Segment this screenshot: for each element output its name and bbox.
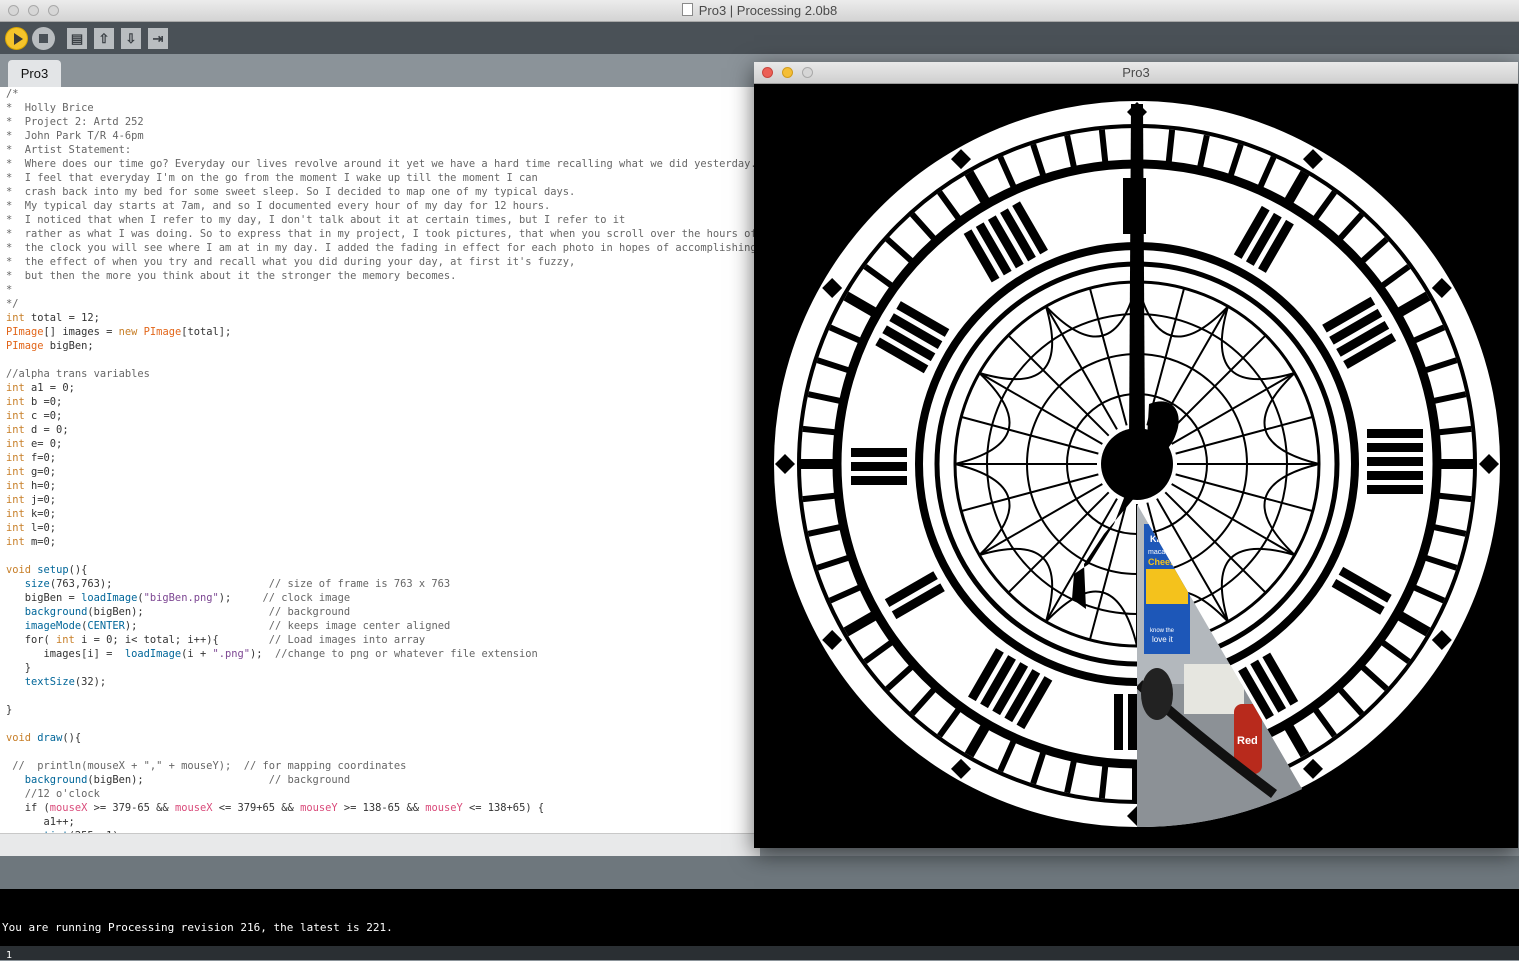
svg-text:love it: love it: [1152, 635, 1174, 644]
code-line[interactable]: if (mouseX >= 379-65 && mouseX <= 379+65…: [6, 801, 760, 815]
minute-marker: [1439, 492, 1472, 503]
code-line[interactable]: PImage[] images = new PImage[total];: [6, 325, 760, 339]
minute-marker: [1165, 129, 1176, 162]
code-line[interactable]: * Where does our time go? Everyday our l…: [6, 157, 760, 171]
svg-text:know the: know the: [1150, 628, 1175, 634]
svg-text:Red: Red: [1237, 735, 1258, 747]
code-line[interactable]: textSize(32);: [6, 675, 760, 689]
code-line[interactable]: void setup(){: [6, 563, 760, 577]
save-button[interactable]: ⇩: [121, 28, 141, 49]
code-line[interactable]: // println(mouseX + "," + mouseY); // fo…: [6, 759, 760, 773]
new-file-icon: ▤: [70, 31, 84, 46]
minute-marker: [802, 425, 835, 436]
code-line[interactable]: int l=0;: [6, 521, 760, 535]
code-line[interactable]: */: [6, 297, 760, 311]
toolbar: ▤ ⇧ ⇩ ⇥: [0, 22, 1519, 54]
stop-button[interactable]: [32, 27, 55, 50]
code-line[interactable]: background(bigBen); // background: [6, 605, 760, 619]
code-line[interactable]: int j=0;: [6, 493, 760, 507]
window-titlebar: Pro3 | Processing 2.0b8: [0, 0, 1519, 22]
code-line[interactable]: * but then the more you think about it t…: [6, 269, 760, 283]
code-line[interactable]: }: [6, 703, 760, 717]
code-line[interactable]: *: [6, 283, 760, 297]
code-line[interactable]: * My typical day starts at 7am, and so I…: [6, 199, 760, 213]
code-line[interactable]: [6, 717, 760, 731]
code-line[interactable]: [6, 353, 760, 367]
message-bar: [0, 856, 1519, 889]
code-line[interactable]: * Artist Statement:: [6, 143, 760, 157]
code-line[interactable]: int k=0;: [6, 507, 760, 521]
roman-numeral: [851, 448, 907, 485]
code-line[interactable]: * the effect of when you try and recall …: [6, 255, 760, 269]
open-arrow-up-icon: ⇧: [98, 31, 110, 46]
tab-pro3[interactable]: Pro3: [8, 60, 61, 87]
code-line[interactable]: a1++;: [6, 815, 760, 829]
console-message: You are running Processing revision 216,…: [2, 921, 393, 934]
code-line[interactable]: int d = 0;: [6, 423, 760, 437]
code-line[interactable]: int m=0;: [6, 535, 760, 549]
minute-marker: [1098, 129, 1109, 162]
code-line[interactable]: int e= 0;: [6, 437, 760, 451]
code-line[interactable]: * rather as what I was doing. So to expr…: [6, 227, 760, 241]
code-line[interactable]: int a1 = 0;: [6, 381, 760, 395]
sketch-titlebar: Pro3: [754, 62, 1518, 84]
code-line[interactable]: * I feel that everyday I'm on the go fro…: [6, 171, 760, 185]
code-line[interactable]: bigBen = loadImage("bigBen.png"); // clo…: [6, 591, 760, 605]
minute-marker: [1098, 766, 1109, 799]
code-line[interactable]: * crash back into my bed for some sweet …: [6, 185, 760, 199]
open-button[interactable]: ⇧: [94, 28, 114, 49]
code-line[interactable]: int b =0;: [6, 395, 760, 409]
save-arrow-down-icon: ⇩: [125, 31, 137, 46]
code-line[interactable]: background(bigBen); // background: [6, 773, 760, 787]
run-button[interactable]: [5, 27, 28, 50]
code-line[interactable]: * John Park T/R 4-6pm: [6, 129, 760, 143]
code-line[interactable]: int total = 12;: [6, 311, 760, 325]
code-line[interactable]: [6, 549, 760, 563]
export-button[interactable]: ⇥: [148, 28, 168, 49]
code-line[interactable]: * Project 2: Artd 252: [6, 115, 760, 129]
code-line[interactable]: [6, 689, 760, 703]
code-line[interactable]: //12 o'clock: [6, 787, 760, 801]
code-line[interactable]: void draw(){: [6, 731, 760, 745]
status-bar: 1: [0, 946, 1519, 961]
code-line[interactable]: * I noticed that when I refer to my day,…: [6, 213, 760, 227]
code-line[interactable]: PImage bigBen;: [6, 339, 760, 353]
code-line[interactable]: for( int i = 0; i< total; i++){ // Load …: [6, 633, 760, 647]
code-line[interactable]: size(763,763); // size of frame is 763 x…: [6, 577, 760, 591]
code-text[interactable]: /* * Holly Brice * Project 2: Artd 252 * Jo…: [0, 87, 760, 833]
minute-hand: [1129, 104, 1145, 444]
code-line[interactable]: int c =0;: [6, 409, 760, 423]
editor-horizontal-scrollbar[interactable]: [0, 833, 760, 856]
code-line[interactable]: images[i] = loadImage(i + ".png"); //cha…: [6, 647, 760, 661]
code-line[interactable]: [6, 745, 760, 759]
code-line[interactable]: /*: [6, 87, 760, 101]
code-line[interactable]: }: [6, 661, 760, 675]
code-line[interactable]: int g=0;: [6, 465, 760, 479]
minute-marker: [802, 492, 835, 503]
sketch-title: Pro3: [1122, 65, 1150, 80]
sketch-canvas[interactable]: KRAFT macaroni & Cheese know the love it…: [754, 84, 1518, 848]
code-line[interactable]: int h=0;: [6, 479, 760, 493]
code-line[interactable]: * the clock you will see where I am at i…: [6, 241, 760, 255]
minute-marker: [1439, 425, 1472, 436]
code-line[interactable]: * Holly Brice: [6, 101, 760, 115]
code-line[interactable]: //alpha trans variables: [6, 367, 760, 381]
console[interactable]: You are running Processing revision 216,…: [0, 889, 1519, 946]
code-line[interactable]: imageMode(CENTER); // keeps image center…: [6, 619, 760, 633]
new-button[interactable]: ▤: [67, 28, 87, 49]
sketch-window[interactable]: Pro3 KRAFT: [754, 62, 1518, 848]
code-editor[interactable]: /* * Holly Brice * Project 2: Artd 252 * Jo…: [0, 87, 760, 833]
code-line[interactable]: int f=0;: [6, 451, 760, 465]
document-icon: [681, 3, 693, 16]
window-title: Pro3 | Processing 2.0b8: [0, 3, 1519, 18]
export-arrow-right-icon: ⇥: [152, 31, 164, 46]
